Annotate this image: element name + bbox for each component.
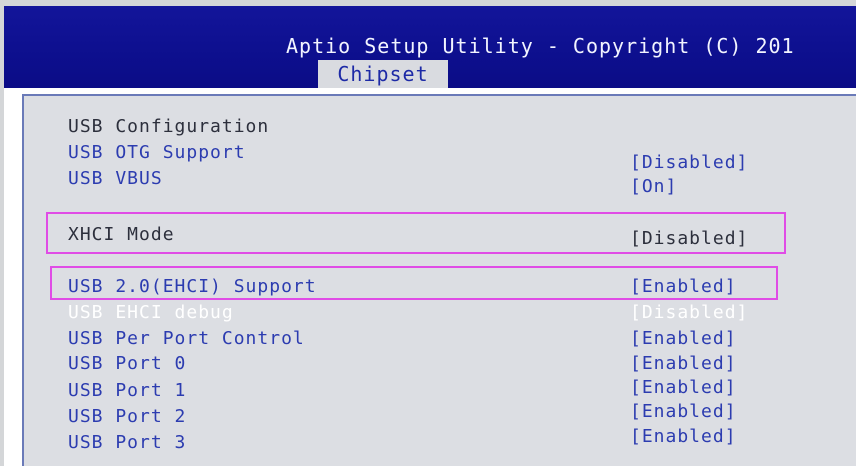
menu-row-usb-port-3[interactable]: USB Port 3 [Enabled] — [24, 426, 844, 458]
bios-header: Aptio Setup Utility - Copyright (C) 201 … — [4, 6, 856, 88]
menu-row-usb-ehci-debug[interactable]: USB EHCI debug [Disabled] — [24, 302, 844, 328]
menu-label: USB Port 0 — [68, 353, 187, 374]
menu-row-usb-configuration: USB Configuration — [24, 116, 844, 142]
highlight-box-xhci — [46, 212, 786, 254]
menu-value[interactable]: [Enabled] — [630, 353, 737, 374]
menu-value[interactable]: [Enabled] — [630, 426, 737, 447]
menu-label: USB EHCI debug — [68, 302, 234, 323]
menu-row-usb-port-0[interactable]: USB Port 0 [Enabled] — [24, 353, 844, 379]
menu-value[interactable]: [Enabled] — [630, 377, 737, 398]
menu-row-usb-otg-support[interactable]: USB OTG Support [Disabled] — [24, 142, 844, 173]
settings-panel: USB Configuration USB OTG Support [Disab… — [22, 94, 856, 466]
menu-label: USB OTG Support — [68, 142, 246, 163]
bios-screen: Aptio Setup Utility - Copyright (C) 201 … — [4, 6, 856, 466]
menu-label: USB Per Port Control — [68, 328, 305, 349]
menu-row-usb-per-port-control[interactable]: USB Per Port Control [Enabled] — [24, 328, 844, 354]
menu-label: USB VBUS — [68, 168, 163, 189]
menu-value[interactable]: [Enabled] — [630, 401, 737, 422]
menu-value[interactable]: [On] — [630, 176, 677, 197]
menu-row-usb-vbus[interactable]: USB VBUS [On] — [24, 168, 844, 197]
menu-value[interactable]: [Disabled] — [630, 302, 748, 323]
highlight-box-ehci — [50, 266, 778, 300]
menu-label: USB Port 3 — [68, 432, 187, 453]
tab-chipset[interactable]: Chipset — [318, 60, 448, 88]
menu-label: USB Port 2 — [68, 406, 187, 427]
menu-label: USB Port 1 — [68, 380, 187, 401]
menu-value[interactable]: [Enabled] — [630, 328, 737, 349]
menu-label: USB Configuration — [68, 116, 270, 137]
app-title: Aptio Setup Utility - Copyright (C) 201 — [286, 34, 795, 58]
